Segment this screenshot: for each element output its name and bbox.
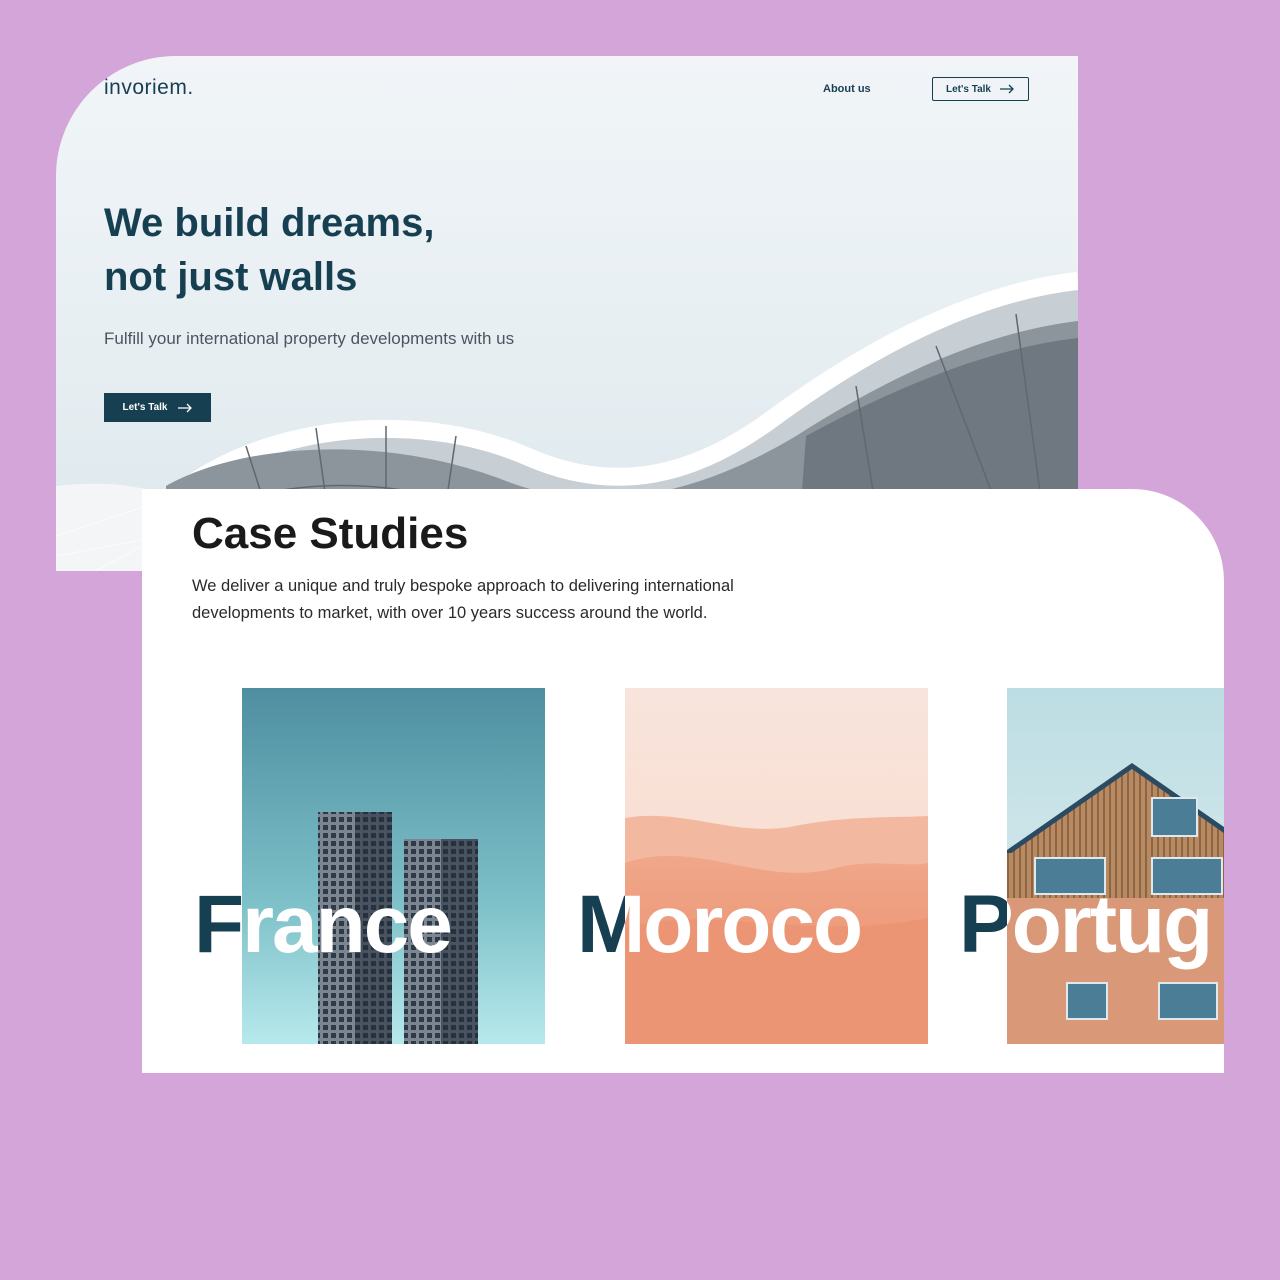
portugal-house-image xyxy=(1007,688,1224,1044)
hero-title-line-1: We build dreams, xyxy=(104,201,435,245)
arrow-right-icon xyxy=(1000,84,1014,94)
case-card-france[interactable] xyxy=(242,688,545,1044)
nav-lets-talk-label: Let's Talk xyxy=(946,83,991,95)
case-studies-description-line-2: developments to market, with over 10 yea… xyxy=(192,604,708,622)
case-studies-description-line-1: We deliver a unique and truly bespoke ap… xyxy=(192,577,734,595)
case-card-morocco[interactable] xyxy=(625,688,928,1044)
case-studies-description: We deliver a unique and truly bespoke ap… xyxy=(192,573,832,627)
label-france[interactable]: France xyxy=(194,884,453,966)
hero-title: We build dreams, not just walls xyxy=(104,196,434,304)
case-studies-section: Case Studies We deliver a unique and tru… xyxy=(142,489,1224,1073)
nav-about-link[interactable]: About us xyxy=(823,83,871,95)
hero-subtitle: Fulfill your international property deve… xyxy=(104,329,515,348)
france-towers-image xyxy=(242,688,545,1044)
hero-lets-talk-label: Let's Talk xyxy=(122,402,168,413)
label-portugal[interactable]: Portug xyxy=(959,884,1213,966)
case-card-portugal[interactable] xyxy=(1007,688,1224,1044)
hero-title-line-2: not just walls xyxy=(104,255,358,299)
hero-lets-talk-button[interactable]: Let's Talk xyxy=(104,393,211,422)
morocco-desert-image xyxy=(625,688,928,1044)
case-studies-title: Case Studies xyxy=(192,509,469,558)
arrow-right-icon xyxy=(177,403,192,412)
brand-logo[interactable]: invoriem. xyxy=(104,76,194,100)
nav-lets-talk-button[interactable]: Let's Talk xyxy=(932,77,1029,101)
label-morocco[interactable]: Moroco xyxy=(577,884,863,966)
